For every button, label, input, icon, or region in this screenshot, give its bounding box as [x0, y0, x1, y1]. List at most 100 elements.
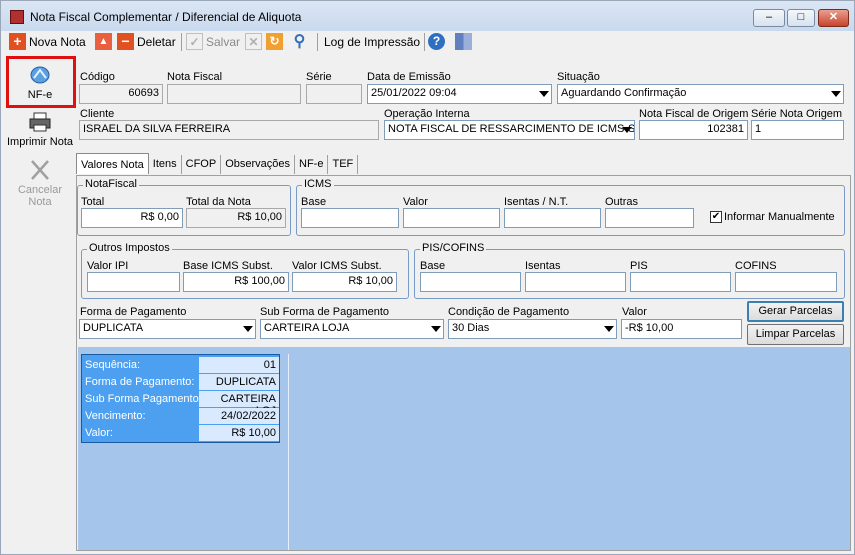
icms-valor-label: Valor — [403, 196, 428, 208]
log-impressao-button[interactable]: Log de Impressão — [324, 31, 420, 52]
tab-itens[interactable]: Itens — [149, 155, 182, 174]
parcela-row: Sequência: 01 — [82, 357, 279, 373]
icms-outras-field[interactable] — [605, 208, 694, 228]
icms-base-field[interactable] — [301, 208, 399, 228]
nfe-button[interactable]: NF-e — [4, 64, 76, 101]
base-subst-field[interactable]: R$ 100,00 — [183, 272, 289, 292]
salvar-label: Salvar — [206, 34, 241, 49]
nf-origem-field[interactable]: 102381 — [639, 120, 748, 140]
outros-impostos-title: Outros Impostos — [87, 242, 172, 254]
ipi-field[interactable] — [87, 272, 180, 292]
icms-isentas-label: Isentas / N.T. — [504, 196, 569, 208]
sub-forma-value: CARTEIRA LOJA — [264, 322, 350, 334]
valor-subst-field[interactable]: R$ 10,00 — [292, 272, 397, 292]
pis-isentas-label: Isentas — [525, 260, 561, 272]
nf-origem-label: Nota Fiscal de Origem — [639, 108, 749, 120]
parcela-value: R$ 10,00 — [199, 425, 279, 441]
gerar-parcelas-button[interactable]: Gerar Parcelas — [747, 301, 844, 322]
icms-isentas-field[interactable] — [504, 208, 601, 228]
toolbar-separator — [424, 33, 425, 51]
limpar-parcelas-button[interactable]: Limpar Parcelas — [747, 324, 844, 345]
pis-cofins-title: PIS/COFINS — [420, 242, 487, 254]
salvar-button[interactable]: ✓ Salvar — [186, 31, 240, 52]
maximize-button[interactable]: □ — [787, 9, 815, 27]
valor-pagamento-label: Valor — [622, 306, 647, 318]
tab-observacoes[interactable]: Observações — [221, 155, 296, 174]
check-icon: ✓ — [186, 33, 203, 50]
situacao-select[interactable]: Aguardando Confirmação — [557, 84, 844, 104]
arrow-up-icon: ▲ — [95, 33, 112, 50]
data-emissao-label: Data de Emissão — [367, 71, 451, 83]
deletar-button[interactable]: − Deletar — [117, 31, 176, 52]
dropdown-arrow-icon — [831, 91, 841, 97]
valor-pagamento-field[interactable]: -R$ 10,00 — [621, 319, 742, 339]
operacao-select[interactable]: NOTA FISCAL DE RESSARCIMENTO DE ICMS-ST — [384, 120, 635, 140]
icms-valor-field[interactable] — [403, 208, 500, 228]
cancelar-nota-label-2: Nota — [28, 196, 52, 208]
cancelar-nota-button[interactable]: Cancelar Nota — [4, 159, 76, 208]
total-field[interactable]: R$ 0,00 — [81, 208, 183, 228]
toolbar-separator — [181, 33, 182, 51]
tab-nfe[interactable]: NF-e — [295, 155, 329, 174]
total-nota-field[interactable]: R$ 10,00 — [186, 208, 286, 228]
dropdown-arrow-icon — [622, 127, 632, 133]
forma-pagamento-value: DUPLICATA — [83, 322, 144, 334]
tab-tef[interactable]: TEF — [328, 155, 359, 174]
condicao-label: Condição de Pagamento — [448, 306, 570, 318]
icms-base-label: Base — [301, 196, 327, 208]
left-action-bar: NF-e Imprimir Nota Cancelar Nota — [4, 56, 76, 551]
minimize-button[interactable]: – — [753, 9, 785, 27]
cancel-x-icon — [31, 160, 49, 180]
sub-forma-select[interactable]: CARTEIRA LOJA — [260, 319, 444, 339]
forma-pagamento-label: Forma de Pagamento — [80, 306, 187, 318]
parcela-key: Forma de Pagamento: — [85, 376, 195, 388]
nova-nota-button[interactable]: + Nova Nota — [9, 31, 86, 52]
informar-manualmente-checkbox[interactable]: ✔ — [710, 211, 722, 223]
help-button[interactable]: ? — [428, 31, 448, 52]
pis-isentas-field[interactable] — [525, 272, 626, 292]
parcela-row: Forma de Pagamento: DUPLICATA — [82, 374, 279, 390]
pis-field[interactable] — [630, 272, 731, 292]
parcela-key: Valor: — [85, 427, 113, 439]
x-icon: ✕ — [245, 33, 262, 50]
cofins-label: COFINS — [735, 260, 777, 272]
parcela-card[interactable]: Sequência: 01 Forma de Pagamento: DUPLIC… — [81, 354, 280, 443]
up-button[interactable]: ▲ — [95, 31, 115, 52]
refresh-button[interactable]: ↻ — [266, 31, 286, 52]
serie-origem-field[interactable]: 1 — [751, 120, 844, 140]
parcela-value: 24/02/2022 — [199, 408, 279, 424]
data-emissao-value: 25/01/2022 09:04 — [371, 87, 457, 99]
tab-bar: Valores Nota Itens CFOP Observações NF-e… — [76, 153, 359, 175]
help-icon: ? — [428, 33, 445, 50]
codigo-field[interactable]: 60693 — [79, 84, 163, 104]
search-button[interactable]: ⚲ — [291, 31, 311, 52]
app-icon — [10, 10, 24, 24]
tab-cfop[interactable]: CFOP — [182, 155, 222, 174]
pis-base-field[interactable] — [420, 272, 521, 292]
parcelas-divider — [288, 354, 289, 550]
operacao-label: Operação Interna — [384, 108, 470, 120]
forma-pagamento-select[interactable]: DUPLICATA — [79, 319, 256, 339]
operacao-value: NOTA FISCAL DE RESSARCIMENTO DE ICMS-ST — [388, 123, 635, 135]
pis-label: PIS — [630, 260, 648, 272]
printer-icon — [29, 112, 51, 132]
data-emissao-field[interactable]: 25/01/2022 09:04 — [367, 84, 552, 104]
layout-button[interactable] — [455, 31, 475, 52]
condicao-value: 30 Dias — [452, 322, 490, 334]
search-icon: ⚲ — [293, 33, 306, 50]
nota-fiscal-field[interactable] — [167, 84, 301, 104]
parcela-value: DUPLICATA — [199, 374, 279, 390]
serie-field[interactable] — [306, 84, 362, 104]
close-button[interactable]: ✕ — [818, 9, 849, 27]
serie-label: Série — [306, 71, 332, 83]
cancel-edit-button[interactable]: ✕ — [245, 31, 265, 52]
tab-valores-nota[interactable]: Valores Nota — [76, 153, 149, 174]
dropdown-arrow-icon — [604, 326, 614, 332]
parcela-key: Sequência: — [85, 359, 141, 371]
imprimir-nota-button[interactable]: Imprimir Nota — [4, 111, 76, 148]
cofins-field[interactable] — [735, 272, 837, 292]
parcela-key: Sub Forma Pagamento: — [85, 393, 202, 405]
imprimir-nota-label: Imprimir Nota — [6, 136, 73, 148]
condicao-select[interactable]: 30 Dias — [448, 319, 617, 339]
cliente-field[interactable]: ISRAEL DA SILVA FERREIRA — [79, 120, 379, 140]
